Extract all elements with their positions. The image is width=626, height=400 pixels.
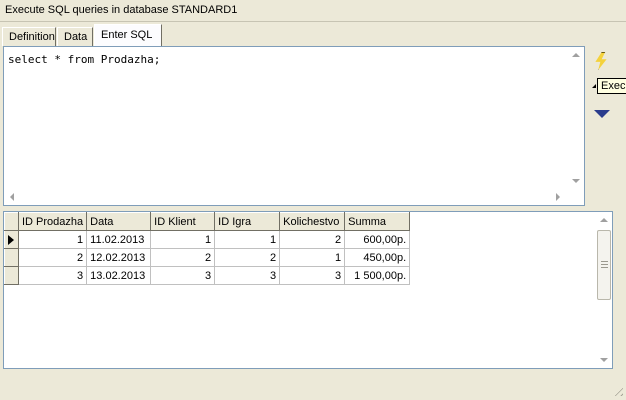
tab-definition[interactable]: Definition <box>2 27 56 46</box>
cell[interactable]: 1 <box>214 230 281 249</box>
scroll-up-icon[interactable] <box>572 53 580 57</box>
window-title: Execute SQL queries in database STANDARD… <box>0 0 626 22</box>
scroll-down-icon[interactable] <box>600 358 608 362</box>
cell[interactable]: 2 <box>150 248 216 267</box>
column-header-id-igra[interactable]: ID Igra <box>214 212 281 231</box>
table-row[interactable]: 3 13.02.2013 3 3 3 1 500,00р. <box>4 266 411 285</box>
cell[interactable]: 3 <box>18 266 88 285</box>
header-row: ID Prodazha Data ID Klient ID Igra Kolic… <box>4 212 411 231</box>
results-grid: ID Prodazha Data ID Klient ID Igra Kolic… <box>3 211 613 369</box>
sql-editor-panel <box>3 46 585 206</box>
scroll-thumb[interactable] <box>597 230 611 300</box>
scroll-up-icon[interactable] <box>600 218 608 222</box>
thumb-grip <box>601 264 608 265</box>
execute-button[interactable] <box>590 50 612 72</box>
cell[interactable]: 450,00р. <box>344 248 411 267</box>
cell[interactable]: 13.02.2013 <box>86 266 152 285</box>
cell[interactable]: 2 <box>279 230 346 249</box>
cell[interactable]: 11.02.2013 <box>86 230 152 249</box>
column-header-kolichestvo[interactable]: Kolichestvo <box>279 212 346 231</box>
table-row[interactable]: 1 11.02.2013 1 1 2 600,00р. <box>4 230 411 249</box>
expand-down-icon[interactable] <box>594 110 610 118</box>
results-table: ID Prodazha Data ID Klient ID Igra Kolic… <box>4 212 411 285</box>
column-header-summa[interactable]: Summa <box>344 212 411 231</box>
cell[interactable]: 3 <box>150 266 216 285</box>
cell[interactable]: 1 <box>279 248 346 267</box>
sql-editor[interactable] <box>4 47 568 189</box>
cell[interactable]: 2 <box>214 248 281 267</box>
row-indicator-header <box>4 212 19 231</box>
cell[interactable]: 1 <box>18 230 88 249</box>
row-indicator[interactable] <box>4 266 19 285</box>
resize-grip-icon[interactable] <box>611 384 623 396</box>
cell[interactable]: 3 <box>214 266 281 285</box>
scrollbar-corner <box>568 189 584 205</box>
cell[interactable]: 3 <box>279 266 346 285</box>
current-row-arrow-icon <box>8 235 14 245</box>
cell[interactable]: 12.02.2013 <box>86 248 152 267</box>
editor-horizontal-scrollbar[interactable] <box>4 189 568 205</box>
scroll-down-icon[interactable] <box>572 179 580 183</box>
cell[interactable]: 1 500,00р. <box>344 266 411 285</box>
side-toolbar <box>588 46 626 212</box>
scroll-right-icon[interactable] <box>556 193 560 201</box>
status-bar <box>0 372 626 400</box>
column-header-id-prodazha[interactable]: ID Prodazha <box>17 212 88 231</box>
thumb-grip <box>601 267 608 268</box>
thumb-grip <box>601 261 608 262</box>
cell[interactable]: 1 <box>150 230 216 249</box>
lightning-bolt-icon <box>595 52 607 70</box>
tooltip-pointer <box>592 84 596 88</box>
tab-enter-sql[interactable]: Enter SQL <box>94 24 162 46</box>
scroll-left-icon[interactable] <box>10 193 14 201</box>
column-header-id-klient[interactable]: ID Klient <box>150 212 216 231</box>
cell[interactable]: 600,00р. <box>344 230 411 249</box>
cell[interactable]: 2 <box>18 248 88 267</box>
column-header-data[interactable]: Data <box>86 212 152 231</box>
grid-vertical-scrollbar[interactable] <box>596 212 612 368</box>
row-indicator[interactable] <box>4 248 19 267</box>
tab-bar: Definition Data Enter SQL <box>0 24 626 46</box>
editor-vertical-scrollbar[interactable] <box>568 47 584 189</box>
table-row[interactable]: 2 12.02.2013 2 2 1 450,00р. <box>4 248 411 267</box>
tab-data[interactable]: Data <box>57 27 93 46</box>
execute-tooltip: Execute <box>597 78 626 94</box>
row-indicator[interactable] <box>4 230 19 249</box>
